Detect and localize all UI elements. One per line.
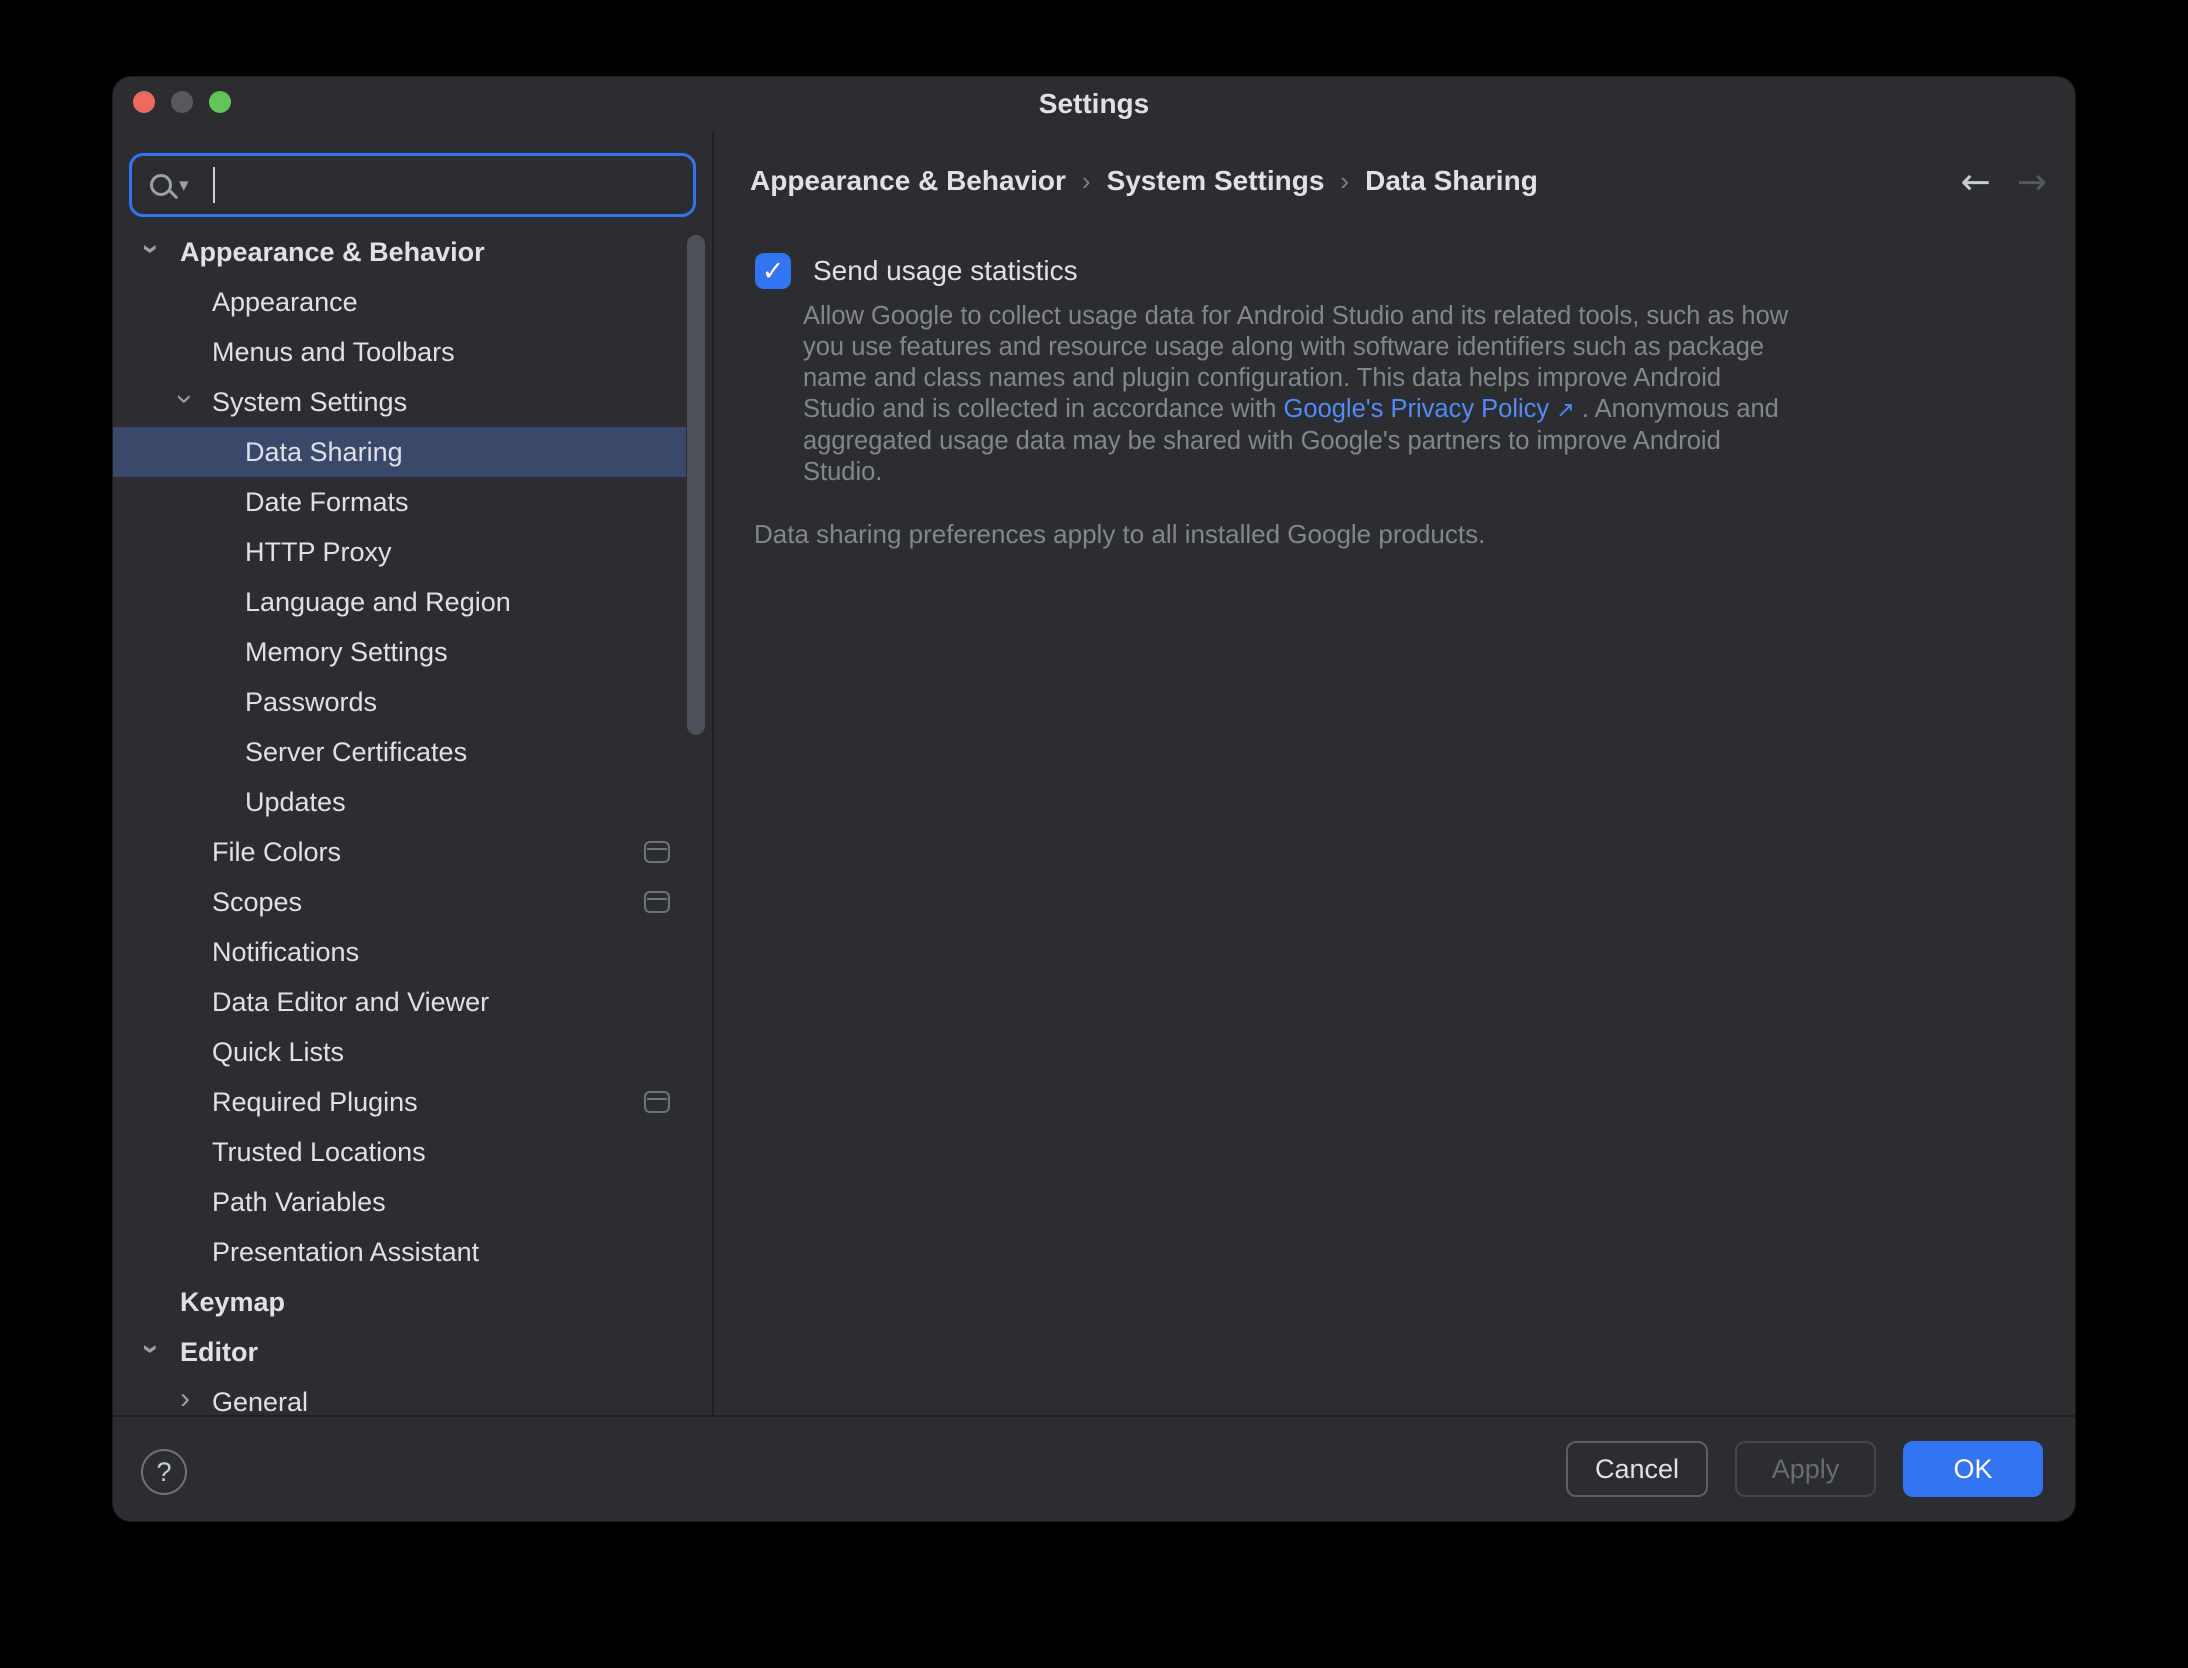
sidebar-item-label: File Colors <box>212 837 341 868</box>
ok-button[interactable]: OK <box>1903 1441 2043 1497</box>
sidebar-item-memory-settings[interactable]: Memory Settings <box>113 627 686 677</box>
sidebar-item-passwords[interactable]: Passwords <box>113 677 686 727</box>
sidebar: ▾ › Appearance & Behavior Appearance Menus … <box>113 131 712 1415</box>
footer: ? Cancel Apply OK <box>113 1417 2075 1521</box>
sidebar-item-label: System Settings <box>212 387 407 418</box>
sidebar-item-label: Path Variables <box>212 1187 386 1218</box>
apply-button: Apply <box>1735 1441 1876 1497</box>
sidebar-item-date-formats[interactable]: Date Formats <box>113 477 686 527</box>
settings-tree: › Appearance & Behavior Appearance Menus an… <box>113 227 686 1415</box>
window-title: Settings <box>113 88 2075 120</box>
sidebar-item-label: Appearance <box>212 287 358 318</box>
sidebar-item-server-certificates[interactable]: Server Certificates <box>113 727 686 777</box>
settings-window-icon <box>644 1091 670 1113</box>
chevron-right-icon[interactable]: › <box>175 1384 195 1414</box>
usage-statistics-description: Allow Google to collect usage data for A… <box>803 301 1793 488</box>
sidebar-item-label: General <box>212 1387 308 1416</box>
sidebar-scrollbar[interactable] <box>687 235 705 735</box>
external-link-icon: ↗ <box>1556 398 1574 423</box>
sidebar-item-updates[interactable]: Updates <box>113 777 686 827</box>
breadcrumb: Appearance & Behavior › System Settings › Da… <box>750 165 1538 197</box>
data-sharing-note: Data sharing preferences apply to all in… <box>754 519 1485 550</box>
sidebar-item-label: Data Editor and Viewer <box>212 987 489 1018</box>
cancel-button[interactable]: Cancel <box>1566 1441 1708 1497</box>
help-button[interactable]: ? <box>141 1449 187 1495</box>
sidebar-item-scopes[interactable]: Scopes <box>113 877 686 927</box>
sidebar-item-label: Passwords <box>245 687 377 718</box>
history-nav: ← → <box>1961 165 2047 201</box>
sidebar-item-label: Language and Region <box>245 587 511 618</box>
sidebar-item-file-colors[interactable]: File Colors <box>113 827 686 877</box>
chevron-down-icon[interactable]: › <box>136 239 166 259</box>
sidebar-item-quick-lists[interactable]: Quick Lists <box>113 1027 686 1077</box>
chevron-down-icon[interactable]: › <box>170 389 200 409</box>
privacy-policy-link[interactable]: Google's Privacy Policy <box>1284 395 1550 423</box>
screen: Settings ▾ ›Appearance & BehaviorAppeara… <box>0 0 2188 1668</box>
sidebar-item-label: Keymap <box>180 1287 285 1318</box>
chevron-down-icon[interactable]: › <box>136 1339 166 1359</box>
sidebar-item-appearance[interactable]: Appearance <box>113 277 686 327</box>
sidebar-item-label: Notifications <box>212 937 359 968</box>
sidebar-item-label: Trusted Locations <box>212 1137 426 1168</box>
search-icon <box>150 174 172 196</box>
footer-buttons: Cancel Apply OK <box>1566 1441 2043 1497</box>
content-pane: Appearance & Behavior › System Settings › Da… <box>714 131 2075 1415</box>
sidebar-item-language-and-region[interactable]: Language and Region <box>113 577 686 627</box>
sidebar-item-trusted-locations[interactable]: Trusted Locations <box>113 1127 686 1177</box>
breadcrumb-separator: › <box>1340 166 1349 197</box>
sidebar-item-label: Required Plugins <box>212 1087 418 1118</box>
sidebar-item-label: Server Certificates <box>245 737 467 768</box>
sidebar-item-appearance-behavior[interactable]: › Appearance & Behavior <box>113 227 686 277</box>
sidebar-item-label: Scopes <box>212 887 302 918</box>
send-usage-statistics-checkbox[interactable]: ✓ <box>755 253 791 289</box>
sidebar-item-system-settings[interactable]: › System Settings <box>113 377 686 427</box>
forward-arrow-icon: → <box>2017 165 2047 201</box>
sidebar-item-label: Memory Settings <box>245 637 448 668</box>
sidebar-item-label: Presentation Assistant <box>212 1237 479 1268</box>
sidebar-item-editor[interactable]: › Editor <box>113 1327 686 1377</box>
titlebar: Settings <box>113 77 2075 131</box>
sidebar-item-label: Data Sharing <box>245 437 403 468</box>
sidebar-item-http-proxy[interactable]: HTTP Proxy <box>113 527 686 577</box>
sidebar-item-label: Editor <box>180 1337 258 1368</box>
sidebar-item-label: Menus and Toolbars <box>212 337 455 368</box>
breadcrumb-item-system-settings[interactable]: System Settings <box>1107 165 1325 197</box>
sidebar-item-required-plugins[interactable]: Required Plugins <box>113 1077 686 1127</box>
settings-window-icon <box>644 841 670 863</box>
sidebar-item-data-sharing[interactable]: Data Sharing <box>113 427 686 477</box>
search-input[interactable] <box>215 156 693 214</box>
sidebar-item-label: Date Formats <box>245 487 409 518</box>
sidebar-item-label: Updates <box>245 787 346 818</box>
sidebar-item-presentation-assistant[interactable]: Presentation Assistant <box>113 1227 686 1277</box>
question-mark-icon: ? <box>156 1457 171 1488</box>
breadcrumb-item-data-sharing[interactable]: Data Sharing <box>1365 165 1538 197</box>
sidebar-item-data-editor-and-viewer[interactable]: Data Editor and Viewer <box>113 977 686 1027</box>
sidebar-item-menus-and-toolbars[interactable]: Menus and Toolbars <box>113 327 686 377</box>
sidebar-item-label: Appearance & Behavior <box>180 237 485 268</box>
settings-window-icon <box>644 891 670 913</box>
breadcrumb-separator: › <box>1082 166 1091 197</box>
checkbox-label[interactable]: Send usage statistics <box>813 255 1078 287</box>
sidebar-item-keymap[interactable]: Keymap <box>113 1277 686 1327</box>
search-field[interactable]: ▾ <box>129 153 696 217</box>
checkmark-icon: ✓ <box>762 256 785 287</box>
search-options-chevron-icon[interactable]: ▾ <box>179 176 189 195</box>
sidebar-item-general[interactable]: › General <box>113 1377 686 1415</box>
sidebar-item-label: Quick Lists <box>212 1037 344 1068</box>
sidebar-item-label: HTTP Proxy <box>245 537 392 568</box>
settings-window: Settings ▾ ›Appearance & BehaviorAppeara… <box>113 77 2075 1521</box>
sidebar-item-path-variables[interactable]: Path Variables <box>113 1177 686 1227</box>
breadcrumb-item-appearance-behavior[interactable]: Appearance & Behavior <box>750 165 1066 197</box>
back-arrow-icon[interactable]: ← <box>1961 165 1991 201</box>
sidebar-item-notifications[interactable]: Notifications <box>113 927 686 977</box>
